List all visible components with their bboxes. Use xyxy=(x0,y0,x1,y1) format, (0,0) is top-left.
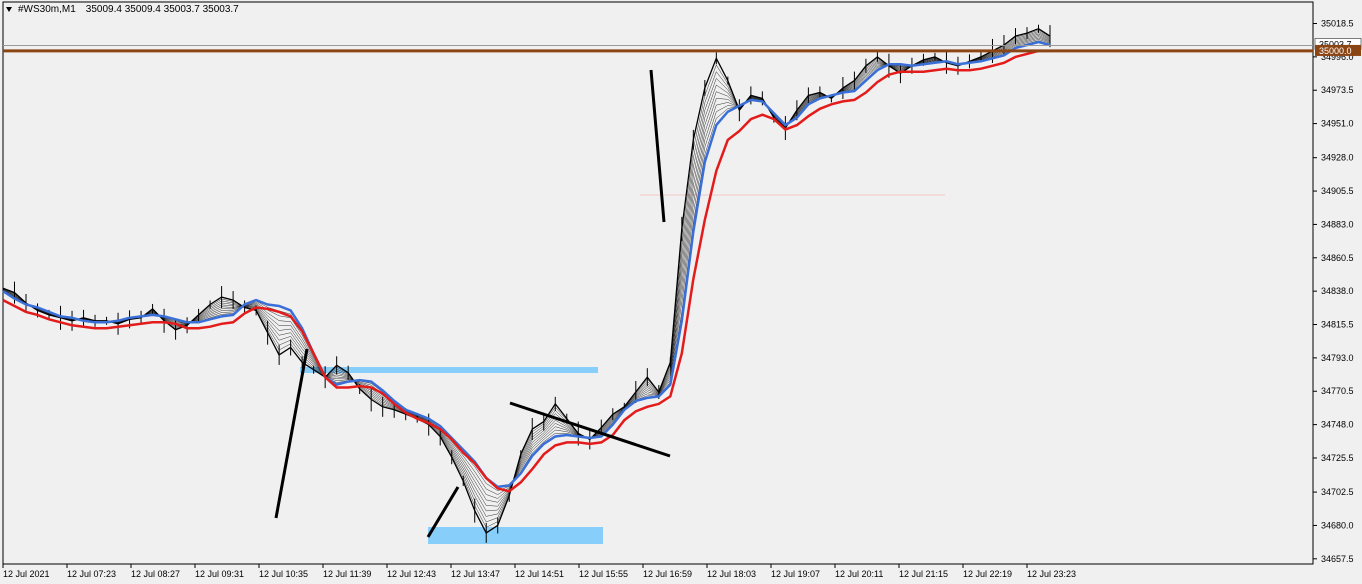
y-tick-label: 35018.5 xyxy=(1321,19,1354,29)
x-tick-label: 12 Jul 2021 xyxy=(3,569,50,579)
x-tick-label: 12 Jul 13:47 xyxy=(451,569,500,579)
trendline-spike[interactable] xyxy=(649,69,666,223)
y-tick-label: 34928.0 xyxy=(1321,153,1354,163)
x-tick-label: 12 Jul 14:51 xyxy=(515,569,564,579)
y-tick-label: 34748.0 xyxy=(1321,420,1354,430)
y-tick-label: 34860.5 xyxy=(1321,253,1354,263)
x-tick-label: 12 Jul 11:39 xyxy=(323,569,371,579)
x-tick-label: 12 Jul 10:35 xyxy=(259,569,308,579)
y-tick-label: 34973.5 xyxy=(1321,85,1354,95)
y-tick-label: 34951.0 xyxy=(1321,119,1354,129)
y-tick-label: 34680.0 xyxy=(1321,520,1354,530)
ma-ribbon-line xyxy=(2,35,1051,507)
y-tick-label: 34905.5 xyxy=(1321,186,1354,196)
y-tick-label: 34770.5 xyxy=(1321,386,1354,396)
x-tick-label: 12 Jul 12:43 xyxy=(387,569,436,579)
trendline-up-1[interactable] xyxy=(274,348,309,519)
x-tick-label: 12 Jul 22:19 xyxy=(963,569,1012,579)
x-tick-label: 12 Jul 15:55 xyxy=(579,569,628,579)
x-tick-label: 12 Jul 08:27 xyxy=(131,569,180,579)
price-chart[interactable]: 35018.534996.034973.534951.034928.034905… xyxy=(0,0,1362,584)
y-tick-label: 34838.0 xyxy=(1321,286,1354,296)
ma-ribbon-line xyxy=(2,33,1051,512)
x-tick-label: 12 Jul 23:23 xyxy=(1027,569,1076,579)
y-tick-label: 34702.5 xyxy=(1321,487,1354,497)
x-tick-label: 12 Jul 19:07 xyxy=(771,569,820,579)
ma-ribbon-line xyxy=(2,39,1051,495)
slow-ma-line xyxy=(2,49,1050,493)
x-tick-label: 12 Jul 21:15 xyxy=(899,569,948,579)
x-tick-label: 12 Jul 07:23 xyxy=(67,569,116,579)
ma-ribbon-line xyxy=(2,40,1051,491)
support-zone[interactable] xyxy=(428,527,603,544)
fast-ma-line xyxy=(2,40,1051,489)
y-tick-label: 34725.5 xyxy=(1321,453,1354,463)
x-tick-label: 12 Jul 16:59 xyxy=(643,569,692,579)
y-tick-label: 34883.0 xyxy=(1321,219,1354,229)
x-tick-label: 12 Jul 18:03 xyxy=(707,569,756,579)
chart-window: #WS30m,M1 35009.4 35009.4 35003.7 35003.… xyxy=(0,0,1362,584)
x-tick-label: 12 Jul 09:31 xyxy=(195,569,244,579)
y-tick-label: 34815.5 xyxy=(1321,320,1354,330)
plot-border xyxy=(2,1,1314,565)
y-tick-label: 34793.0 xyxy=(1321,353,1354,363)
ma-ribbon-line xyxy=(2,36,1051,503)
x-tick-label: 12 Jul 20:11 xyxy=(835,569,883,579)
y-tick-label: 34657.5 xyxy=(1321,554,1354,564)
ma-ribbon-line xyxy=(2,37,1051,499)
level-price-tag-label: 35000.0 xyxy=(1319,46,1352,56)
